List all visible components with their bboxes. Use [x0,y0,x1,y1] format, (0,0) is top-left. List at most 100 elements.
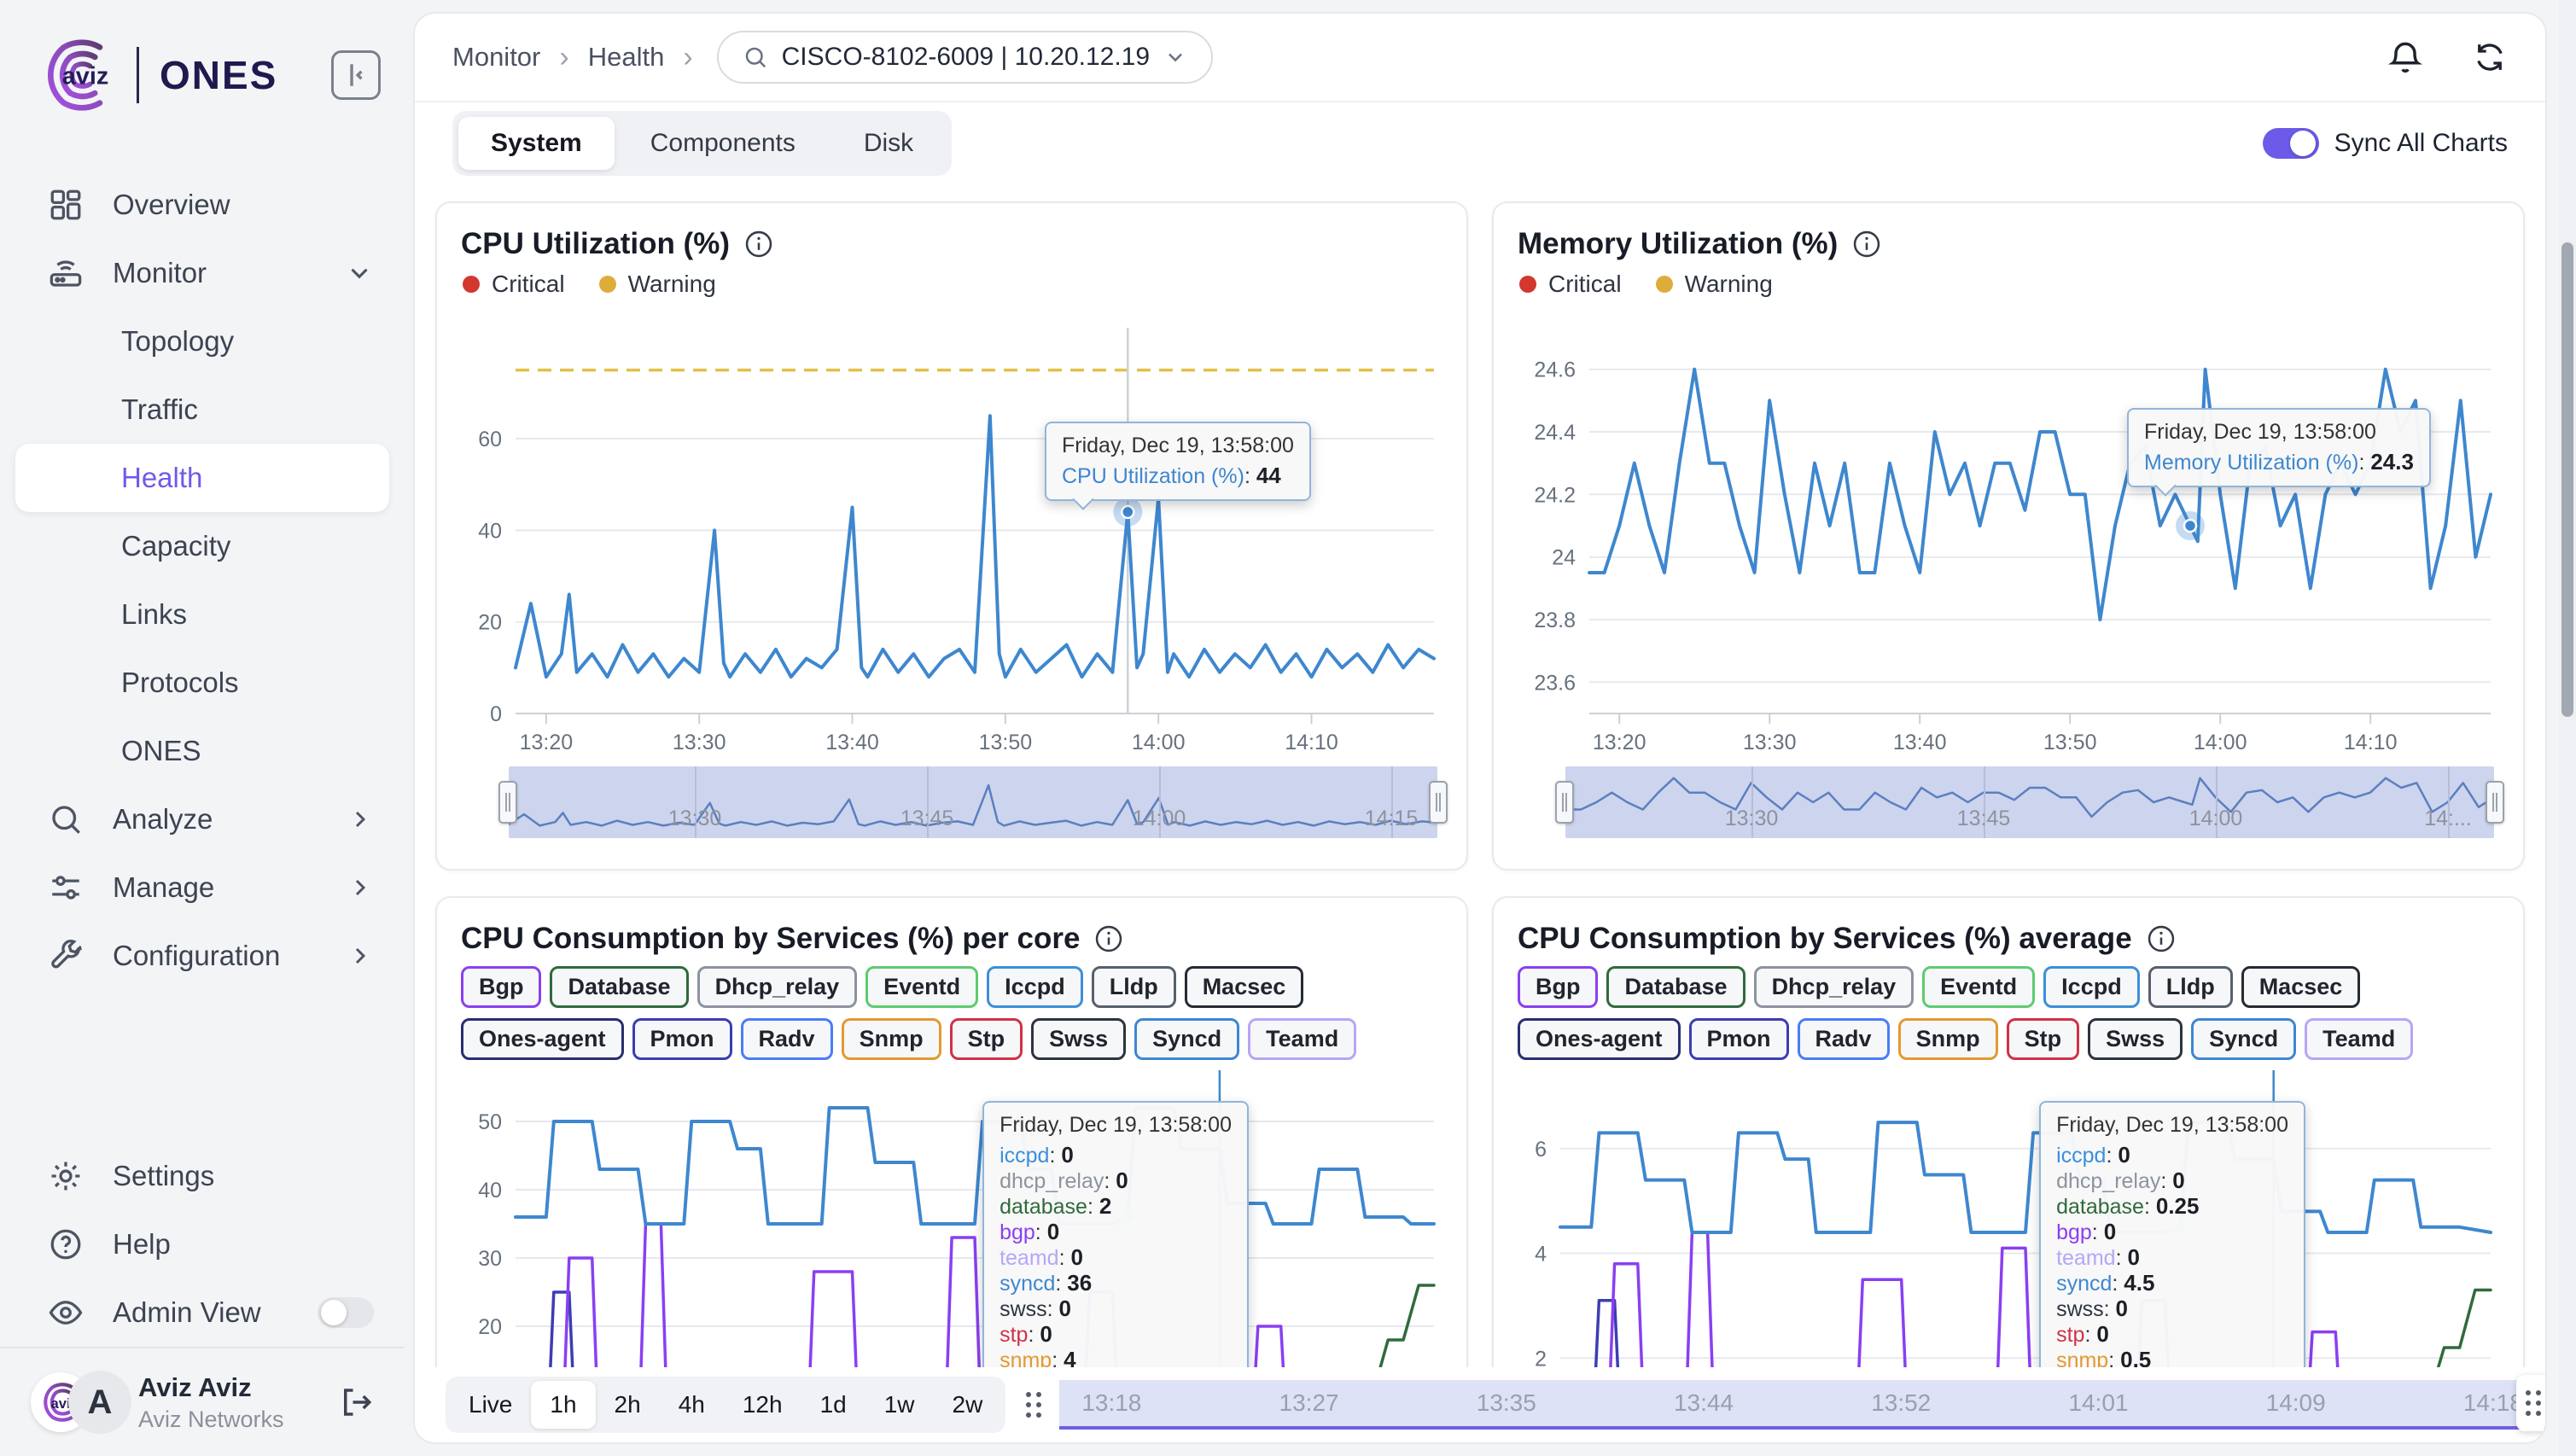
service-chip-macsec[interactable]: Macsec [2241,966,2361,1008]
user-row: aviz A Aviz Aviz Aviz Networks [0,1347,405,1456]
sidebar-item-protocols[interactable]: Protocols [0,649,405,717]
sidebar-item-topology[interactable]: Topology [0,307,405,376]
legend-item-warning[interactable]: Warning [599,271,716,298]
range-button-2w[interactable]: 2w [934,1381,1002,1429]
page-scrollbar-thumb[interactable] [2561,242,2573,717]
cpu-utilization-chart[interactable]: 020406013:2013:3013:4013:5014:0014:10 [461,307,1442,751]
logo-row: aviz ONES [0,0,405,142]
timeline-band[interactable]: 13:1813:2713:3513:4413:5214:0114:0914:18 [1059,1380,2545,1430]
service-chip-swss[interactable]: Swss [1031,1018,1126,1060]
avatar[interactable]: aviz A [31,1371,119,1434]
legend-item-critical[interactable]: Critical [463,271,565,298]
range-button-1d[interactable]: 1d [801,1381,865,1429]
service-chip-bgp[interactable]: Bgp [461,966,541,1008]
service-chip-eventd[interactable]: Eventd [865,966,978,1008]
sidebar-item-help[interactable]: Help [0,1210,405,1278]
service-chip-syncd[interactable]: Syncd [2191,1018,2296,1060]
service-chip-dhcp_relay[interactable]: Dhcp_relay [1754,966,1915,1008]
service-chip-snmp[interactable]: Snmp [1898,1018,1998,1060]
service-chip-eventd[interactable]: Eventd [1922,966,2035,1008]
service-chip-ones-agent[interactable]: Ones-agent [1518,1018,1681,1060]
sidebar-item-traffic[interactable]: Traffic [0,376,405,444]
service-chip-syncd[interactable]: Syncd [1134,1018,1239,1060]
service-chip-iccpd[interactable]: Iccpd [987,966,1083,1008]
service-chip-lldp[interactable]: Lldp [1092,966,1176,1008]
device-selector[interactable]: CISCO-8102-6009 | 10.20.12.19 [717,31,1213,84]
range-button-1w[interactable]: 1w [865,1381,934,1429]
sidebar-item-configuration[interactable]: Configuration [0,922,405,990]
timeline-tick-label: 13:35 [1477,1389,1536,1417]
svg-text:14:10: 14:10 [2344,731,2398,751]
configuration-wrench-icon [48,938,84,974]
service-chip-teamd[interactable]: Teamd [2305,1018,2413,1060]
sidebar-item-capacity[interactable]: Capacity [0,512,405,580]
range-button-4h[interactable]: 4h [660,1381,724,1429]
sidebar-item-links[interactable]: Links [0,580,405,649]
tooltip-row: Memory Utilization (%): 24.3 [2144,450,2414,475]
service-chip-pmon[interactable]: Pmon [632,1018,732,1060]
range-button-live[interactable]: Live [450,1381,531,1429]
range-button-2h[interactable]: 2h [596,1381,660,1429]
service-chip-teamd[interactable]: Teamd [1248,1018,1356,1060]
service-chip-swss[interactable]: Swss [2088,1018,2183,1060]
info-icon[interactable] [2146,923,2177,954]
tooltip-row: iccpd: 0 [1000,1143,1232,1168]
service-chip-stp[interactable]: Stp [950,1018,1023,1060]
tab-system[interactable]: System [458,117,615,170]
eye-icon [48,1295,84,1331]
admin-view-toggle[interactable] [318,1297,374,1328]
service-chip-bgp[interactable]: Bgp [1518,966,1598,1008]
navigator-right-handle[interactable] [2486,781,2504,824]
sync-all-charts: Sync All Charts [2263,128,2508,159]
tab-disk[interactable]: Disk [831,117,946,170]
memory-utilization-chart[interactable]: 23.623.82424.224.424.613:2013:3013:4013:… [1518,307,2499,751]
sidebar-item-overview[interactable]: Overview [0,171,405,239]
timeline-right-handle[interactable] [2516,1375,2547,1431]
memory-chart-navigator[interactable]: 13:3013:4514:0014:... [1565,766,2494,838]
sidebar-item-analyze[interactable]: Analyze [0,785,405,853]
service-chip-snmp[interactable]: Snmp [842,1018,941,1060]
page-scrollbar[interactable] [2559,0,2576,1456]
sidebar-item-manage[interactable]: Manage [0,853,405,922]
chevron-down-icon [345,259,374,288]
info-icon[interactable] [1851,229,1882,259]
sidebar-collapse-button[interactable] [331,50,381,100]
svg-text:13:50: 13:50 [2043,731,2097,751]
range-button-1h[interactable]: 1h [531,1381,595,1429]
timeline-drag-handle[interactable] [1026,1392,1042,1418]
service-chip-ones-agent[interactable]: Ones-agent [461,1018,624,1060]
refresh-icon[interactable] [2472,39,2508,75]
tab-components[interactable]: Components [618,117,828,170]
breadcrumb: Monitor › Health › CISCO-8102-6009 | 10.… [452,31,1213,84]
legend-item-critical[interactable]: Critical [1519,271,1622,298]
sidebar-item-monitor[interactable]: Monitor [0,239,405,307]
legend-item-warning[interactable]: Warning [1656,271,1773,298]
breadcrumb-monitor[interactable]: Monitor [452,42,540,73]
info-icon[interactable] [1093,923,1124,954]
service-chip-database[interactable]: Database [1606,966,1745,1008]
timeline-tick-label: 13:44 [1674,1389,1734,1417]
notifications-bell-icon[interactable] [2387,38,2424,76]
sidebar-item-settings[interactable]: Settings [0,1142,405,1210]
service-chip-iccpd[interactable]: Iccpd [2043,966,2140,1008]
navigator-left-handle[interactable] [498,781,517,824]
service-chip-radv[interactable]: Radv [1798,1018,1890,1060]
cpu-chart-navigator[interactable]: 13:3013:4514:0014:15 [509,766,1437,838]
service-chip-database[interactable]: Database [550,966,688,1008]
service-chip-stp[interactable]: Stp [2007,1018,2080,1060]
service-chip-pmon[interactable]: Pmon [1689,1018,1789,1060]
info-icon[interactable] [743,229,774,259]
sidebar-item-ones[interactable]: ONES [0,717,405,785]
range-button-12h[interactable]: 12h [724,1381,801,1429]
service-chip-dhcp_relay[interactable]: Dhcp_relay [697,966,858,1008]
breadcrumb-health[interactable]: Health [588,42,665,73]
service-chip-macsec[interactable]: Macsec [1185,966,1304,1008]
sidebar-item-health[interactable]: Health [15,444,389,512]
service-chip-radv[interactable]: Radv [741,1018,833,1060]
service-chip-lldp[interactable]: Lldp [2148,966,2233,1008]
navigator-right-handle[interactable] [1429,781,1448,824]
logout-icon[interactable] [338,1384,374,1420]
svg-text:23.8: 23.8 [1534,609,1576,632]
sync-all-charts-toggle[interactable] [2263,128,2319,159]
navigator-left-handle[interactable] [1555,781,1574,824]
